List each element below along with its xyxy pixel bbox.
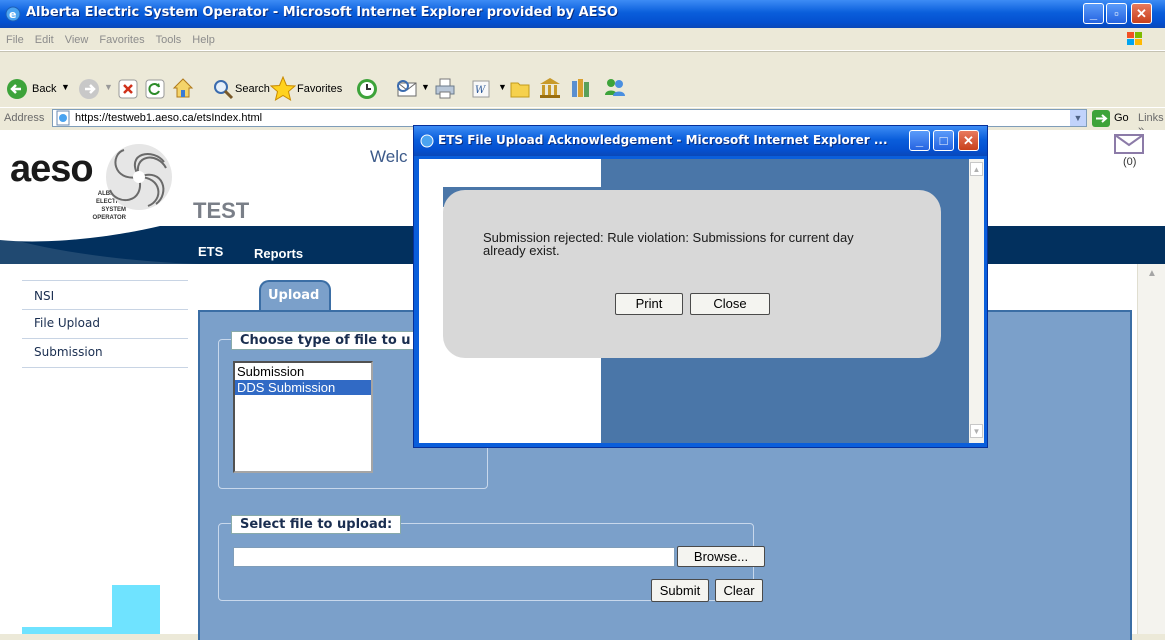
sidebar-graphic xyxy=(22,585,160,634)
popup-close-button[interactable]: ✕ xyxy=(958,130,979,151)
mail-dropdown-icon[interactable]: ▼ xyxy=(421,82,430,92)
header-swoosh xyxy=(0,226,200,264)
back-button[interactable]: Back ▼ xyxy=(6,78,74,104)
printer-icon xyxy=(435,78,455,99)
turbine-logo-icon xyxy=(106,144,172,210)
close-button[interactable]: ✕ xyxy=(1131,3,1152,24)
back-dropdown-icon[interactable]: ▼ xyxy=(61,82,70,92)
forward-button[interactable] xyxy=(78,78,100,103)
svg-text:e: e xyxy=(9,8,16,21)
edit-dropdown-icon[interactable]: ▼ xyxy=(498,82,507,92)
window-title-bar[interactable]: e Alberta Electric System Operator - Mic… xyxy=(0,0,1165,28)
sidebar-item-submission[interactable]: Submission xyxy=(22,339,188,368)
nav-reports[interactable]: Reports xyxy=(254,246,303,261)
aeso-logo: aeso ALBERTA ELECTRIC SYSTEM OPERATOR xyxy=(8,140,173,221)
toolbar: Back ▼ ▼ Search Favorites ▼ W ▼ xyxy=(0,51,1165,108)
popup-scrollbar[interactable]: ▲ ▼ xyxy=(969,159,984,443)
popup-scroll-down-icon[interactable]: ▼ xyxy=(970,424,983,438)
file-type-option[interactable]: Submission xyxy=(235,363,371,380)
rejection-message: Submission rejected: Rule violation: Sub… xyxy=(483,230,854,258)
window-title: Alberta Electric System Operator - Micro… xyxy=(26,5,618,20)
restore-button[interactable]: ▫ xyxy=(1106,3,1127,24)
stop-icon xyxy=(118,79,138,99)
address-label: Address xyxy=(4,112,45,124)
select-file-legend: Select file to upload: xyxy=(231,515,402,534)
address-dropdown-icon[interactable]: ▼ xyxy=(1070,110,1086,126)
clear-button[interactable]: Clear xyxy=(715,579,763,602)
windows-logo-icon xyxy=(1125,30,1145,48)
choose-type-legend: Choose type of file to u xyxy=(231,331,420,350)
minimize-button[interactable]: _ xyxy=(1083,3,1104,24)
messenger-button[interactable] xyxy=(603,77,627,102)
popup-scroll-up-icon[interactable]: ▲ xyxy=(970,162,983,176)
nav-ets[interactable]: ETS xyxy=(198,244,223,259)
file-type-option-selected[interactable]: DDS Submission xyxy=(235,380,371,395)
popup-title-bar[interactable]: ETS File Upload Acknowledgement - Micros… xyxy=(414,126,987,156)
browse-button[interactable]: Browse... xyxy=(677,546,765,567)
tab-upload[interactable]: Upload xyxy=(259,280,331,312)
svg-text:W: W xyxy=(475,85,486,96)
folder-icon xyxy=(510,82,530,98)
menu-favorites[interactable]: Favorites xyxy=(99,34,144,46)
go-arrow-icon xyxy=(1092,110,1110,127)
sidebar-item-nsi[interactable]: NSI xyxy=(22,281,188,310)
history-button[interactable] xyxy=(356,78,378,103)
refresh-icon xyxy=(145,79,165,99)
sidebar: NSI File Upload Submission xyxy=(22,280,188,368)
discuss-button[interactable] xyxy=(509,78,531,103)
research-button[interactable] xyxy=(538,77,562,102)
environment-label: TEST xyxy=(193,198,250,223)
edit-button[interactable]: W xyxy=(471,79,491,102)
menu-help[interactable]: Help xyxy=(192,34,215,46)
print-button[interactable]: Print xyxy=(615,293,683,315)
submit-button[interactable]: Submit xyxy=(651,579,709,602)
sidebar-item-file-upload[interactable]: File Upload xyxy=(22,310,188,339)
menu-edit[interactable]: Edit xyxy=(35,34,54,46)
mail-icon xyxy=(397,80,417,97)
word-icon: W xyxy=(472,80,490,98)
message-dialog: Submission rejected: Rule violation: Sub… xyxy=(443,190,941,358)
select-file-fieldset: Select file to upload: Browse... Submit … xyxy=(218,515,765,602)
home-icon xyxy=(172,78,194,98)
search-icon xyxy=(214,80,234,100)
library-icon xyxy=(540,78,560,98)
popup-maximize-button[interactable]: □ xyxy=(933,130,954,151)
back-arrow-icon xyxy=(7,79,27,99)
popup-body: ▲ ▼ Submission rejected: Rule violation:… xyxy=(419,159,984,443)
forward-arrow-icon xyxy=(79,79,99,99)
file-path-input[interactable] xyxy=(233,547,675,567)
mail-button[interactable] xyxy=(396,78,420,103)
welcome-text: Welc xyxy=(370,147,408,166)
go-button[interactable]: Go xyxy=(1092,110,1129,130)
popup-minimize-button[interactable]: _ xyxy=(909,130,930,151)
scroll-up-icon[interactable]: ▲ xyxy=(1144,268,1160,282)
print-button[interactable] xyxy=(434,77,456,102)
home-button[interactable] xyxy=(172,77,194,102)
page-icon xyxy=(56,110,70,126)
refresh-button[interactable] xyxy=(145,79,165,102)
menu-view[interactable]: View xyxy=(65,34,89,46)
envelope-icon xyxy=(1114,134,1144,154)
books-icon xyxy=(572,79,589,97)
inbox-button[interactable]: (0) xyxy=(1112,132,1146,172)
mail-count: (0) xyxy=(1123,156,1137,168)
messenger-icon xyxy=(605,79,625,96)
menu-tools[interactable]: Tools xyxy=(156,34,182,46)
file-type-listbox[interactable]: Submission DDS Submission xyxy=(233,361,373,473)
popup-ie-icon xyxy=(420,134,434,148)
page-scrollbar[interactable]: ▲ xyxy=(1137,264,1165,634)
popup-title: ETS File Upload Acknowledgement - Micros… xyxy=(438,133,888,147)
books-button[interactable] xyxy=(570,77,594,102)
stop-button[interactable] xyxy=(118,79,138,102)
star-icon xyxy=(270,76,296,102)
history-icon xyxy=(357,79,377,99)
forward-dropdown-icon[interactable]: ▼ xyxy=(104,82,113,92)
menu-file[interactable]: File xyxy=(6,34,24,46)
popup-dialog-close-button[interactable]: Close xyxy=(690,293,770,315)
ie-icon: e xyxy=(5,6,21,22)
popup-window: ETS File Upload Acknowledgement - Micros… xyxy=(413,125,988,448)
menu-bar: File Edit View Favorites Tools Help xyxy=(0,28,1165,51)
